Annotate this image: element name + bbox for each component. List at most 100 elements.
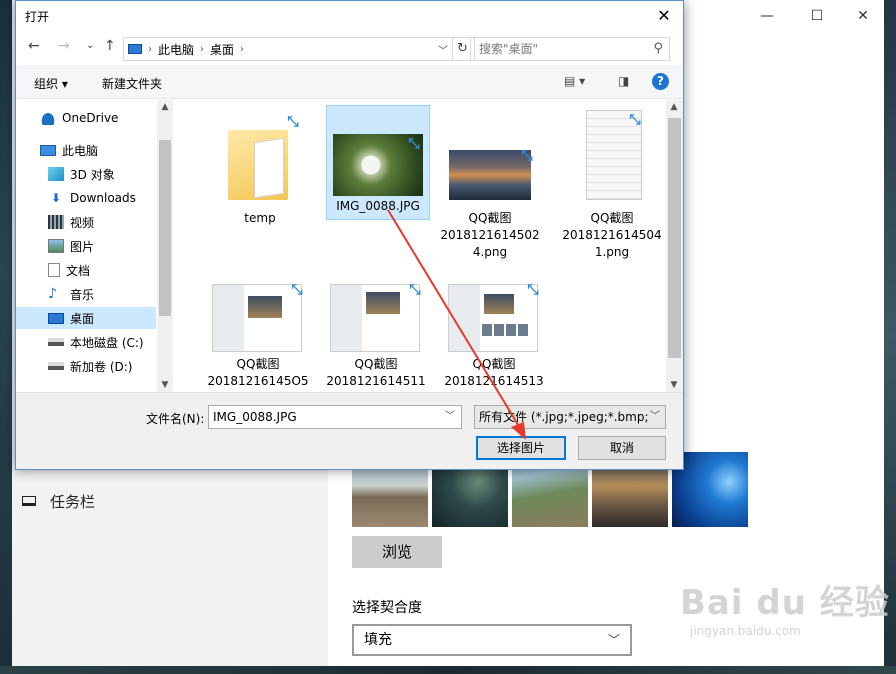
search-icon: ⚲ — [653, 41, 663, 56]
new-folder-button[interactable]: 新建文件夹 — [102, 75, 162, 92]
sync-icon: ⤡ — [291, 282, 303, 298]
navigation-pane: OneDrive 此电脑 3D 对象 ⬇ Downloads 视频 图片 文档 … — [16, 100, 173, 392]
filename-label: 文件名(N): — [146, 412, 205, 426]
file-name: QQ截图 2018121614511 — [326, 357, 426, 388]
file-item[interactable]: ⤡ QQ截图 2018121614513 — [442, 280, 546, 390]
tree-item-music[interactable]: ♪ 音乐 — [16, 283, 156, 305]
search-placeholder: 搜索"桌面" — [479, 42, 539, 56]
tree-item-drive-c[interactable]: 本地磁盘 (C:) — [16, 331, 156, 353]
search-input[interactable]: 搜索"桌面" ⚲ — [470, 37, 670, 61]
scrollbar-thumb[interactable] — [668, 118, 681, 358]
file-list-scrollbar[interactable]: ▲ ▼ — [666, 100, 683, 392]
folder-thumbnail: ⤡ — [208, 110, 312, 210]
scroll-down-icon[interactable]: ▼ — [666, 380, 682, 390]
drive-icon — [48, 362, 64, 370]
file-name: QQ截图 20181216145O5 — [207, 357, 309, 388]
chevron-right-icon: › — [240, 43, 245, 55]
dialog-close-button[interactable]: ✕ — [649, 3, 679, 29]
navigation-scrollbar[interactable]: ▲ ▼ — [157, 100, 173, 392]
sync-icon: ⤡ — [409, 282, 421, 298]
refresh-button[interactable]: ↻ — [452, 38, 472, 60]
close-window-button[interactable]: ✕ — [840, 4, 886, 28]
computer-icon — [128, 44, 142, 54]
tree-item-documents[interactable]: 文档 — [16, 259, 156, 281]
chevron-down-icon[interactable]: ﹀ — [438, 42, 448, 57]
breadcrumb-this-pc[interactable]: 此电脑 — [158, 41, 194, 58]
fit-select[interactable]: 填充 ﹀ — [352, 624, 632, 656]
tree-item-label: 音乐 — [70, 287, 95, 302]
filetype-select[interactable]: 所有文件 (*.jpg;*.jpeg;*.bmp;*. ﹀ — [474, 405, 666, 429]
file-name: QQ截图 2018121614504 1.png — [562, 211, 662, 259]
file-item-selected[interactable]: ⤡ IMG_0088.JPG — [326, 105, 430, 220]
tree-item-downloads[interactable]: ⬇ Downloads — [16, 187, 156, 209]
drive-icon — [48, 338, 64, 346]
picture-icon — [48, 239, 64, 253]
tree-item-pictures[interactable]: 图片 — [16, 235, 156, 257]
breadcrumb-desktop[interactable]: 桌面 — [210, 41, 234, 58]
scrollbar-thumb[interactable] — [159, 140, 171, 316]
tree-item-label: 桌面 — [70, 311, 95, 326]
file-name: IMG_0088.JPG — [336, 199, 420, 213]
desktop-background-bottom — [0, 666, 896, 674]
chevron-right-icon: › — [200, 43, 205, 55]
file-item[interactable]: ⤡ QQ截图 2018121614504 1.png — [560, 110, 664, 261]
video-icon — [48, 215, 64, 229]
maximize-button[interactable]: ☐ — [794, 4, 840, 28]
chevron-down-icon[interactable]: ﹀ — [445, 406, 455, 428]
document-icon — [48, 263, 60, 277]
address-bar[interactable]: › 此电脑 › 桌面 › ﹀ ↻ — [123, 37, 475, 61]
sync-icon: ⤡ — [527, 282, 539, 298]
tree-item-videos[interactable]: 视频 — [16, 211, 156, 233]
forward-button[interactable]: → — [58, 38, 70, 54]
tree-item-label: 3D 对象 — [70, 167, 115, 182]
file-item[interactable]: ⤡ QQ截图 2018121614502 4.png — [438, 110, 542, 261]
minimize-button[interactable]: — — [744, 4, 790, 28]
tree-item-label: OneDrive — [62, 111, 119, 125]
music-icon: ♪ — [48, 286, 57, 302]
browse-button[interactable]: 浏览 — [352, 536, 442, 568]
filename-value: IMG_0088.JPG — [213, 410, 297, 424]
preview-pane-icon[interactable]: ◨ — [618, 74, 629, 88]
tree-item-this-pc[interactable]: 此电脑 — [16, 139, 156, 161]
tree-item-3d-objects[interactable]: 3D 对象 — [16, 163, 156, 185]
open-file-dialog: 打开 ✕ ← → ⌄ ↑ › 此电脑 › 桌面 › ﹀ ↻ 搜索"桌面" ⚲ 组… — [15, 0, 684, 470]
sync-icon: ⤡ — [629, 112, 641, 128]
desktop-background-left — [0, 0, 12, 674]
command-bar: 组织 ▾ 新建文件夹 ▤ ▾ ◨ ? — [16, 65, 683, 99]
watermark-url: jingyan.baidu.com — [690, 624, 801, 638]
scroll-up-icon[interactable]: ▲ — [157, 102, 173, 112]
file-item[interactable]: ⤡ QQ截图 20181216145O5 — [206, 280, 310, 390]
help-icon[interactable]: ? — [652, 73, 669, 90]
scroll-down-icon[interactable]: ▼ — [157, 380, 173, 390]
tree-item-desktop[interactable]: 桌面 — [16, 307, 156, 329]
recent-locations-button[interactable]: ⌄ — [86, 40, 94, 51]
nav-item-taskbar[interactable]: 任务栏 — [22, 490, 95, 512]
tree-item-label: 图片 — [70, 239, 95, 254]
open-button[interactable]: 选择图片 — [476, 436, 566, 460]
tree-item-label: 此电脑 — [62, 143, 99, 158]
tree-item-label: Downloads — [70, 191, 136, 205]
dialog-title: 打开 — [25, 10, 50, 24]
chevron-down-icon: ﹀ — [607, 633, 620, 647]
desktop-background-right — [884, 0, 896, 674]
file-item[interactable]: ⤡ QQ截图 2018121614511 — [324, 280, 428, 390]
tree-item-label: 视频 — [70, 215, 95, 230]
organize-menu[interactable]: 组织 ▾ — [34, 75, 68, 92]
up-button[interactable]: ↑ — [104, 38, 116, 54]
download-icon: ⬇ — [50, 191, 62, 205]
tree-item-drive-d[interactable]: 新加卷 (D:) — [16, 355, 156, 377]
fit-label: 选择契合度 — [352, 600, 422, 616]
scroll-up-icon[interactable]: ▲ — [666, 102, 682, 112]
back-button[interactable]: ← — [28, 38, 40, 54]
tree-item-label: 新加卷 (D:) — [70, 359, 133, 374]
change-view-icon[interactable]: ▤ ▾ — [564, 74, 585, 88]
filename-input[interactable]: IMG_0088.JPG ﹀ — [208, 405, 462, 429]
file-list: ⤡ temp ⤡ IMG_0088.JPG ⤡ QQ截图 20181216145… — [174, 100, 666, 392]
tree-item-onedrive[interactable]: OneDrive — [16, 107, 156, 129]
cancel-button[interactable]: 取消 — [578, 436, 666, 460]
fit-select-value: 填充 — [364, 632, 392, 648]
file-item[interactable]: ⤡ temp — [208, 110, 312, 227]
watermark: Bai du 经验 jingyan.baidu.com — [680, 575, 890, 638]
file-name: QQ截图 2018121614513 — [444, 357, 544, 388]
chevron-right-icon: › — [148, 43, 152, 55]
